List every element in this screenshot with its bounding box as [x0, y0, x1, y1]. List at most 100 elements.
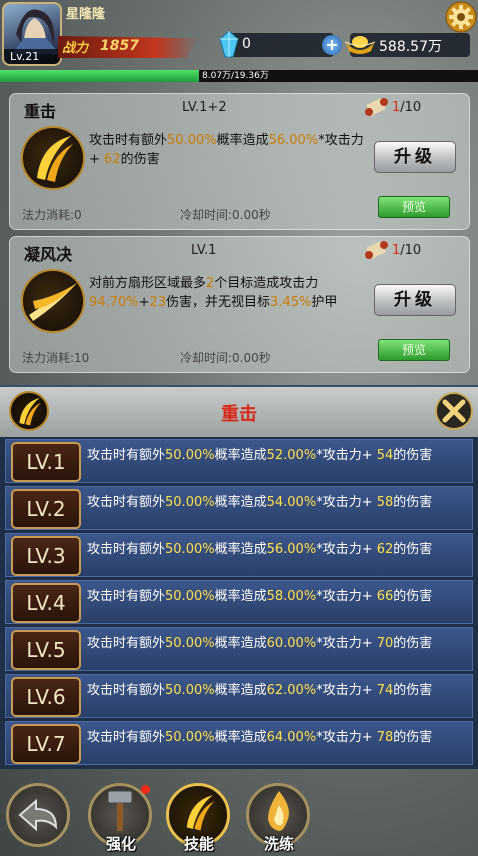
- level-row: LV.3 攻击时有额外50.00%概率造成56.00%*攻击力+ 62的伤害: [5, 533, 473, 577]
- scroll-icon: [365, 98, 388, 116]
- level-badge: LV.6: [11, 677, 81, 717]
- level-preview-panel: 重击 LV.1 攻击时有额外50.00%概率造成52.00%*攻击力+ 54的伤害…: [0, 385, 478, 769]
- nav-label: 强化: [105, 835, 136, 853]
- description-text: *攻击力+: [316, 542, 377, 557]
- description-text: 概率造成: [214, 589, 267, 604]
- highlight-value: 23: [149, 295, 167, 310]
- skill-level: LV.1+2: [182, 100, 227, 115]
- description-text: 的伤害: [393, 495, 433, 510]
- nav-skills[interactable]: 技能: [166, 783, 236, 853]
- level-row: LV.7 攻击时有额外50.00%概率造成64.00%*攻击力+ 78的伤害: [5, 721, 473, 765]
- description-text: 攻击时有额外: [87, 730, 166, 745]
- description-text: 攻击时有额外: [87, 495, 166, 510]
- nav-label: 洗练: [263, 835, 294, 853]
- description-text: 概率造成: [214, 636, 267, 651]
- close-icon[interactable]: [434, 391, 474, 431]
- panel-header: 重击: [0, 387, 478, 437]
- highlight-value: 54.00%: [266, 495, 317, 510]
- back-arrow-icon: [18, 798, 58, 832]
- highlight-value: 50.00%: [167, 133, 217, 148]
- skill-level: LV.1: [191, 243, 217, 258]
- cooldown: 冷却时间:0.00秒: [180, 208, 271, 222]
- highlight-value: 78: [376, 730, 394, 745]
- highlight-value: 62: [376, 542, 394, 557]
- description-text: 对前方扇形区域最多: [89, 276, 207, 291]
- level-row: LV.6 攻击时有额外50.00%概率造成62.00%*攻击力+ 74的伤害: [5, 674, 473, 718]
- description-text: *攻击力+: [316, 636, 377, 651]
- description-text: 概率造成: [216, 133, 269, 148]
- preview-button[interactable]: 预览: [378, 339, 450, 361]
- highlight-value: 62: [104, 152, 121, 167]
- highlight-value: 62.00%: [266, 683, 317, 698]
- power-label: 战力: [62, 41, 89, 56]
- upgrade-button[interactable]: 升级: [374, 284, 456, 316]
- level-row: LV.2 攻击时有额外50.00%概率造成54.00%*攻击力+ 58的伤害: [5, 486, 473, 530]
- description-text: 概率造成: [214, 683, 267, 698]
- nav-label: 技能: [183, 835, 214, 853]
- power-value: 1857: [100, 38, 139, 54]
- scroll-count: 1/10: [392, 100, 422, 115]
- notification-dot: [141, 785, 150, 794]
- back-button[interactable]: [6, 783, 76, 853]
- level-badge: LV.1: [11, 442, 81, 482]
- level-row: LV.1 攻击时有额外50.00%概率造成52.00%*攻击力+ 54的伤害: [5, 439, 473, 483]
- gold-ingot-icon: [344, 36, 376, 54]
- avatar[interactable]: Lv.21: [2, 2, 62, 66]
- gem-amount: 0: [242, 36, 251, 52]
- description-text: 的伤害: [120, 152, 160, 167]
- mana-cost: 法力消耗:0: [22, 208, 82, 222]
- highlight-value: 50.00%: [165, 589, 215, 604]
- gear-icon[interactable]: [445, 1, 477, 33]
- heavy-strike-skill-icon: [21, 126, 85, 190]
- highlight-value: 50.00%: [165, 495, 215, 510]
- description-text: *攻击力+: [316, 589, 377, 604]
- description-text: 概率造成: [214, 495, 267, 510]
- level-effect-text: 攻击时有额外50.00%概率造成64.00%*攻击力+ 78的伤害: [87, 726, 432, 745]
- highlight-value: 70: [376, 636, 394, 651]
- description-text: 的伤害: [393, 636, 433, 651]
- description-text: 攻击时有额外: [87, 683, 166, 698]
- scroll-icon: [365, 241, 388, 259]
- add-gems-button[interactable]: +: [322, 35, 342, 55]
- skill-description: 攻击时有额外50.00%概率造成56.00%*攻击力+ 62的伤害: [89, 131, 364, 169]
- mana-cost: 法力消耗:10: [22, 351, 90, 365]
- highlight-value: 58.00%: [266, 589, 317, 604]
- highlight-value: 50.00%: [165, 542, 215, 557]
- highlight-value: 50.00%: [165, 683, 215, 698]
- highlight-value: 50.00%: [165, 448, 215, 463]
- description-text: 的伤害: [393, 589, 433, 604]
- skill-description: 对前方扇形区域最多2个目标造成攻击力94.70%+23伤害，并无视目标3.45%…: [89, 274, 364, 312]
- highlight-value: 58: [376, 495, 394, 510]
- description-text: 攻击时有额外: [87, 636, 166, 651]
- highlight-value: 50.00%: [165, 636, 215, 651]
- gold-counter: 588.57万: [344, 33, 470, 57]
- highlight-value: 52.00%: [266, 448, 317, 463]
- description-text: 的伤害: [393, 683, 433, 698]
- top-bar: Lv.21 星隆隆 战力 1857 0 + 588.57万: [0, 0, 478, 70]
- exp-text: 8.07万/19.36万: [202, 71, 269, 81]
- nav-strengthen[interactable]: 强化: [88, 783, 158, 853]
- gold-amount: 588.57万: [379, 39, 442, 55]
- description-text: 概率造成: [214, 542, 267, 557]
- player-level: Lv.21: [4, 49, 60, 64]
- description-text: 概率造成: [214, 730, 267, 745]
- gem-icon: [219, 30, 239, 58]
- level-badge: LV.3: [11, 536, 81, 576]
- wind-art-skill-icon: [21, 269, 85, 333]
- preview-button[interactable]: 预览: [378, 196, 450, 218]
- level-row: LV.4 攻击时有额外50.00%概率造成58.00%*攻击力+ 66的伤害: [5, 580, 473, 624]
- highlight-value: 56.00%: [266, 542, 317, 557]
- nav-refine[interactable]: 洗练: [246, 783, 316, 853]
- level-effect-text: 攻击时有额外50.00%概率造成60.00%*攻击力+ 70的伤害: [87, 632, 432, 651]
- hammer-icon: [107, 790, 133, 831]
- skill-card-heavy-strike: 重击 LV.1+2 1/10 攻击时有额外50.00%概率造成56.00%*攻击…: [9, 93, 470, 230]
- cooldown: 冷却时间:0.00秒: [180, 351, 271, 365]
- level-effect-text: 攻击时有额外50.00%概率造成62.00%*攻击力+ 74的伤害: [87, 679, 432, 698]
- level-badge: LV.5: [11, 630, 81, 670]
- description-text: +: [138, 295, 150, 310]
- highlight-value: 60.00%: [266, 636, 317, 651]
- description-text: 攻击时有额外: [87, 448, 166, 463]
- highlight-value: 50.00%: [165, 730, 215, 745]
- upgrade-button[interactable]: 升级: [374, 141, 456, 173]
- highlight-value: 56.00%: [268, 133, 319, 148]
